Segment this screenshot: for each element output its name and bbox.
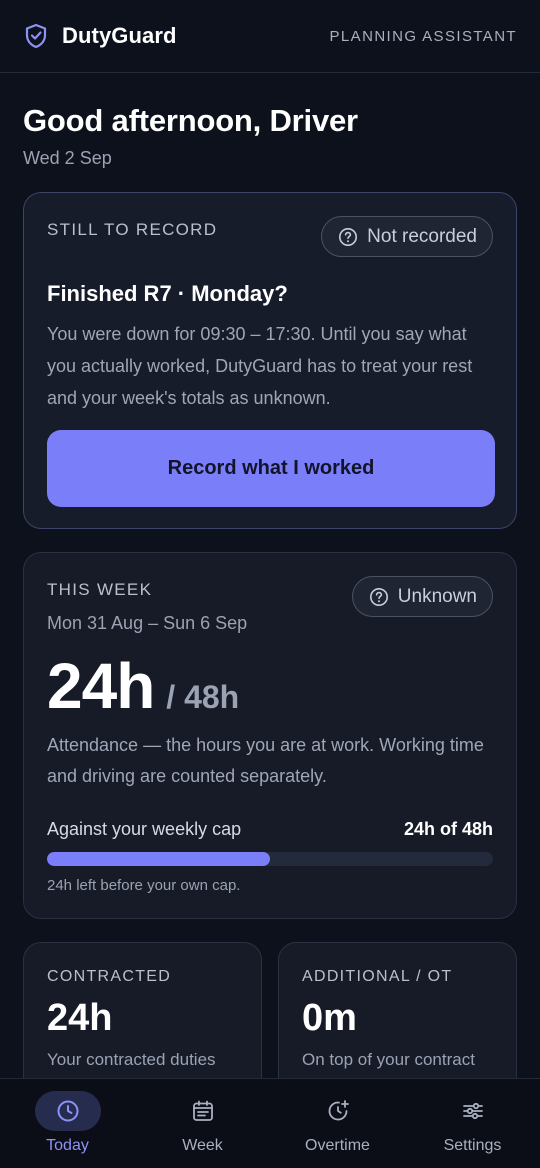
nav-icon-container	[170, 1091, 236, 1131]
weekly-cap-progress	[47, 852, 493, 866]
bottom-nav: Today Week Overtime Settings	[0, 1078, 540, 1168]
weekly-cap-progress-fill	[47, 852, 270, 866]
status-badge-label: Not recorded	[367, 225, 477, 247]
brand[interactable]: DutyGuard	[24, 23, 177, 49]
clock-icon	[55, 1098, 81, 1124]
this-week-card[interactable]: THIS WEEK Unknown Mon 31 Aug – Sun 6 Sep…	[23, 552, 517, 919]
greeting-title: Good afternoon, Driver	[23, 103, 358, 138]
additional-subtitle: On top of your contract	[302, 1050, 475, 1069]
nav-icon-container	[305, 1091, 371, 1131]
contracted-subtitle: Your contracted duties	[47, 1050, 216, 1069]
shield-check-icon	[24, 23, 48, 49]
weekly-cap-value: 24h of 48h	[403, 819, 493, 839]
status-badge-label: Unknown	[397, 585, 477, 607]
cap-remaining: 24h left before your own cap.	[47, 877, 241, 894]
contracted-value: 24h	[47, 997, 113, 1039]
help-circle-icon	[338, 227, 358, 247]
nav-today[interactable]: Today	[0, 1079, 135, 1168]
status-badge: Not recorded	[321, 216, 493, 257]
additional-value: 0m	[302, 997, 357, 1039]
weekly-cap-label: Against your weekly cap	[47, 819, 242, 839]
nav-label: Week	[182, 1137, 223, 1154]
nav-settings[interactable]: Settings	[405, 1079, 540, 1168]
nav-label: Overtime	[305, 1137, 370, 1154]
still-to-record-card: STILL TO RECORD Not recorded Finished R7…	[23, 192, 517, 529]
help-circle-icon	[369, 587, 389, 607]
brand-name: DutyGuard	[62, 23, 177, 48]
attendance-cap: / 48h	[166, 679, 240, 715]
attendance-value: 24h	[47, 650, 155, 722]
sliders-icon	[460, 1098, 486, 1124]
nav-icon-container	[440, 1091, 506, 1131]
card-label: THIS WEEK	[47, 580, 153, 599]
clock-plus-icon	[325, 1098, 351, 1124]
card-label: STILL TO RECORD	[47, 220, 218, 239]
record-worked-button[interactable]: Record what I worked	[47, 430, 495, 507]
record-explanation: You were down for 09:30 – 17:30. Until y…	[47, 324, 473, 408]
app-root: DutyGuard PLANNING ASSISTANT Good aftern…	[0, 0, 540, 1168]
nav-overtime[interactable]: Overtime	[270, 1079, 405, 1168]
calendar-icon	[190, 1098, 216, 1124]
current-date: Wed 2 Sep	[23, 148, 112, 168]
greeting: Good afternoon, Driver Wed 2 Sep	[0, 73, 540, 169]
weekly-cap-row: Against your weekly cap 24h of 48h	[47, 819, 493, 840]
attendance-note: Attendance — the hours you are at work. …	[47, 735, 484, 786]
card-label: CONTRACTED	[47, 968, 172, 985]
nav-week[interactable]: Week	[135, 1079, 270, 1168]
nav-label: Today	[46, 1137, 89, 1154]
app-header: DutyGuard PLANNING ASSISTANT	[0, 0, 540, 73]
nav-label: Settings	[443, 1137, 502, 1154]
nav-icon-container	[34, 1091, 101, 1131]
record-question: Finished R7 · Monday?	[47, 281, 288, 306]
card-label: ADDITIONAL / OT	[302, 968, 453, 985]
header-tagline: PLANNING ASSISTANT	[329, 27, 517, 45]
status-badge: Unknown	[351, 576, 493, 617]
week-range: Mon 31 Aug – Sun 6 Sep	[47, 613, 248, 633]
attendance-hours: 24h / 48h	[47, 649, 239, 723]
